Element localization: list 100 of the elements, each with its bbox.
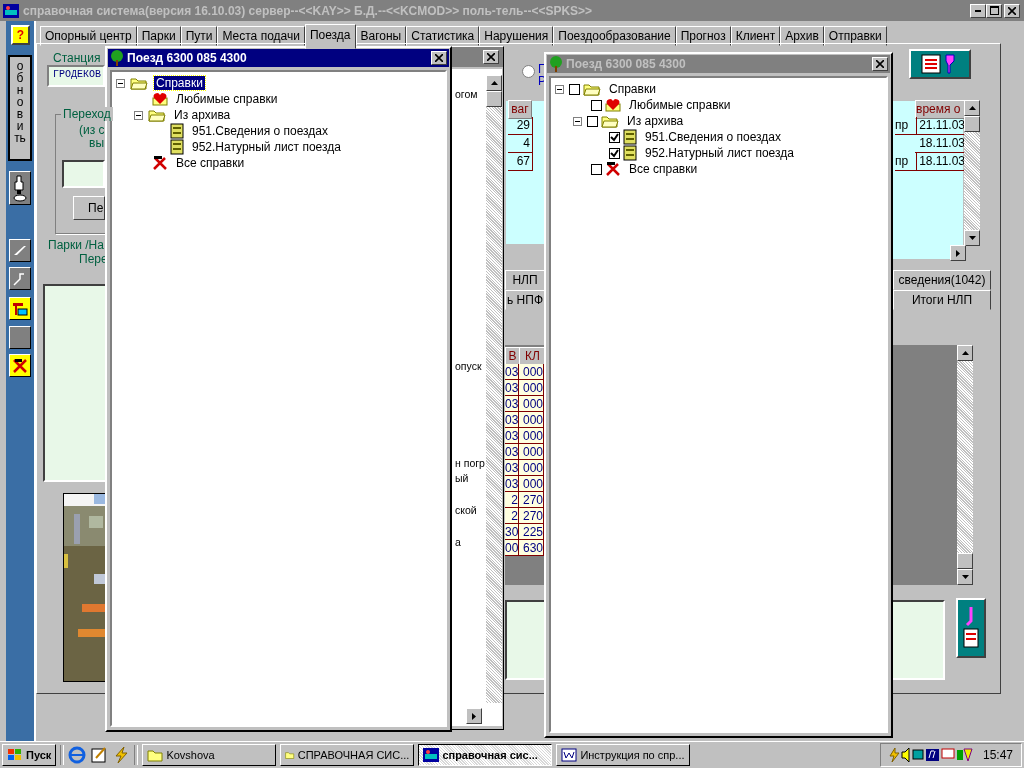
lamp-icon[interactable] <box>9 171 31 205</box>
tab[interactable]: Статистика <box>406 26 480 46</box>
input-field[interactable] <box>62 160 105 188</box>
tab[interactable]: Парки <box>136 26 181 46</box>
ramp-icon[interactable] <box>9 239 31 262</box>
close-button[interactable] <box>872 57 888 71</box>
up-arrow-icon[interactable] <box>490 81 498 85</box>
app-icon <box>423 748 440 762</box>
close-button[interactable] <box>1004 3 1020 18</box>
help-button[interactable]: ? <box>11 25 30 45</box>
blank-button[interactable] <box>9 326 31 349</box>
browser-icon[interactable] <box>68 746 87 764</box>
column-header: КЛ <box>519 347 546 365</box>
print-button[interactable] <box>956 598 986 658</box>
table-cell: 000 <box>519 444 544 460</box>
tab[interactable]: Нарушения <box>479 26 554 46</box>
up-arrow-icon[interactable] <box>968 106 976 110</box>
checkbox[interactable] <box>609 131 620 143</box>
minimize-icon <box>975 9 981 12</box>
document-icon <box>170 139 184 155</box>
maximize-button[interactable] <box>986 3 1002 18</box>
tree-item[interactable]: Все справки <box>627 162 700 176</box>
radio-label[interactable]: Г <box>538 62 545 76</box>
right-arrow-icon[interactable] <box>956 249 960 257</box>
down-arrow-icon[interactable] <box>968 236 976 240</box>
tree-icon <box>110 50 124 66</box>
taskbar-button[interactable]: СПРАВОЧНАЯ СИС... <box>280 744 415 766</box>
tab[interactable]: Клиент <box>730 26 781 46</box>
tree-item[interactable]: 952.Натурный лист поезда <box>643 146 796 160</box>
tab[interactable]: НЛП <box>505 270 545 290</box>
scroll-thumb[interactable] <box>957 553 973 569</box>
station-field[interactable]: ГРОДЕКОВ <box>47 65 105 87</box>
tree-item[interactable]: 952.Натурный лист поезда <box>190 140 343 154</box>
tree-item[interactable]: Справки <box>154 76 205 90</box>
up-arrow-icon[interactable] <box>961 351 969 355</box>
expander[interactable] <box>134 110 146 120</box>
scroll-thumb[interactable] <box>964 116 980 132</box>
taskbar-button[interactable]: Инструкция по спр... <box>556 744 691 766</box>
checkbox[interactable] <box>569 83 580 95</box>
checkbox[interactable] <box>587 115 598 127</box>
tab[interactable]: Места подачи <box>217 26 305 46</box>
tree-item[interactable]: 951.Сведения о поездах <box>643 130 783 144</box>
transition-button[interactable]: Пе <box>73 196 105 220</box>
expander[interactable] <box>555 84 567 94</box>
checkbox[interactable] <box>609 147 620 159</box>
checkbox[interactable] <box>591 163 602 175</box>
close-button[interactable] <box>483 50 499 64</box>
taskbar-button[interactable]: справочная сис... <box>418 744 553 766</box>
column-header: время о <box>915 100 967 119</box>
table-cell: пр <box>895 153 917 171</box>
lightning-icon[interactable] <box>112 746 131 764</box>
curve-icon[interactable] <box>9 267 31 290</box>
table-cell: 000 <box>519 380 544 396</box>
tools-icon[interactable] <box>9 354 31 377</box>
tab[interactable]: ь НПФ <box>505 290 545 310</box>
tab[interactable]: Прогноз <box>675 26 731 46</box>
list-text: ской <box>455 504 477 516</box>
right-arrow-icon[interactable] <box>472 712 476 720</box>
tree-item[interactable]: Справки <box>607 82 658 96</box>
down-arrow-icon[interactable] <box>961 575 969 579</box>
tab[interactable]: Вагоны <box>355 26 407 46</box>
report-button[interactable] <box>909 49 971 79</box>
tab[interactable]: Архив <box>780 26 824 46</box>
tab[interactable]: Отправки <box>823 26 887 46</box>
table-cell: 00 <box>505 540 519 556</box>
taskbar-button[interactable]: Kovshova <box>142 744 277 766</box>
tree-item[interactable]: Из архива <box>625 114 686 128</box>
expander[interactable] <box>116 78 128 88</box>
tab[interactable]: Итоги НЛП <box>893 290 991 310</box>
tab[interactable]: сведения(1042) <box>893 270 991 290</box>
toolbox-icon[interactable] <box>9 297 31 320</box>
refresh-button[interactable]: обновить <box>8 55 32 161</box>
window-title: справочная система(версия 16.10.03) сервер--<<KAY>> Б.Д.--<<KCMOD>> поль-тель--<<SPKS>> <box>23 3 593 18</box>
table-cell: 000 <box>519 428 544 444</box>
scrollbar[interactable] <box>964 100 980 246</box>
tree-item[interactable]: Любимые справки <box>174 92 280 106</box>
tree-item[interactable]: 951.Сведения о поездах <box>190 124 330 138</box>
tab[interactable]: Опорный центр <box>40 26 137 46</box>
table-cell: 000 <box>519 476 544 492</box>
tree-item[interactable]: Из архива <box>172 108 233 122</box>
scrollbar[interactable] <box>957 345 973 585</box>
close-button[interactable] <box>431 51 447 65</box>
table-cell: 29 <box>508 117 533 135</box>
checkbox[interactable] <box>591 99 602 111</box>
tab[interactable]: Пути <box>180 26 218 46</box>
table-cell: 2 <box>505 492 519 508</box>
maximize-icon <box>989 6 999 15</box>
scroll-thumb[interactable] <box>486 91 502 107</box>
minimize-button[interactable] <box>970 3 986 18</box>
table-cell: 30 <box>505 524 519 540</box>
tab[interactable]: Поезда <box>304 24 356 49</box>
tools-icon <box>605 161 621 177</box>
tree-item[interactable]: Все справки <box>174 156 247 170</box>
notepad-icon[interactable] <box>90 746 109 764</box>
list-text: н погр <box>455 457 485 469</box>
expander[interactable] <box>573 116 585 126</box>
start-button[interactable]: Пуск <box>2 744 57 766</box>
tree-item[interactable]: Любимые справки <box>627 98 733 112</box>
tab[interactable]: Поездообразование <box>553 26 676 46</box>
radio-button[interactable] <box>522 65 535 78</box>
